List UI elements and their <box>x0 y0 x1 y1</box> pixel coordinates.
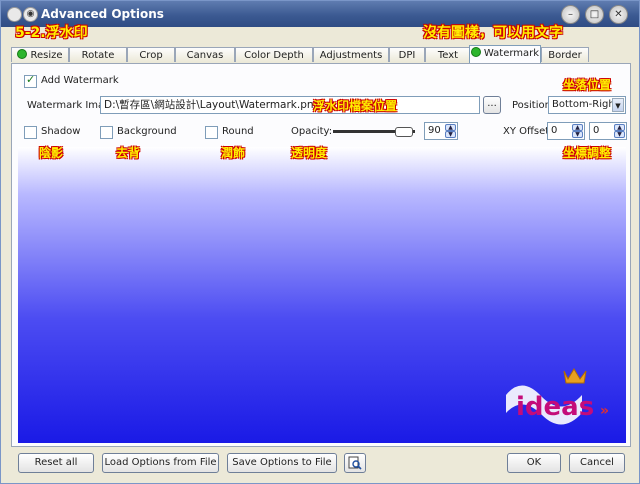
add-watermark-label: Add Watermark <box>41 75 119 86</box>
tab-border[interactable]: Border <box>541 47 589 62</box>
spin-down-icon[interactable]: ▼ <box>445 131 456 138</box>
window-title: Advanced Options <box>41 7 164 21</box>
spin-up-icon[interactable]: ▲ <box>614 124 625 131</box>
cancel-button[interactable]: Cancel <box>569 453 625 473</box>
load-options-button[interactable]: Load Options from File <box>102 453 219 473</box>
opacity-label: Opacity: <box>291 126 333 137</box>
background-label: Background <box>117 126 177 137</box>
document-search-icon <box>348 456 362 470</box>
opacity-slider-thumb[interactable] <box>395 127 413 137</box>
opacity-stepper[interactable]: 90 ▲ ▼ <box>424 122 458 140</box>
watermark-preview: ideas » <box>18 147 626 443</box>
enabled-dot-icon <box>470 47 481 57</box>
minimize-button[interactable]: – <box>561 5 580 24</box>
reset-all-button[interactable]: Reset all <box>18 453 94 473</box>
spin-up-icon[interactable]: ▲ <box>445 124 456 131</box>
round-annotation: 潤飾 <box>221 146 246 160</box>
tab-color-depth[interactable]: Color Depth <box>235 47 313 62</box>
shadow-annotation: 陰影 <box>39 146 64 160</box>
chevron-down-icon: ▼ <box>612 98 624 112</box>
tab-adjustments[interactable]: Adjustments <box>313 47 389 62</box>
save-options-button[interactable]: Save Options to File <box>227 453 337 473</box>
app-menu-icon[interactable] <box>7 7 22 22</box>
background-annotation: 去背 <box>116 146 141 160</box>
tab-text[interactable]: Text <box>425 47 471 62</box>
opacity-annotation: 透明度 <box>291 146 328 160</box>
section-title-annotation: 5-2.浮水印 <box>15 25 88 41</box>
tab-dpi[interactable]: DPI <box>389 47 425 62</box>
enabled-dot-icon <box>17 49 28 59</box>
svg-text:»: » <box>600 403 609 419</box>
watermark-image-path-input[interactable]: D:\暫存區\網站設計\Layout\Watermark.png <box>100 96 480 114</box>
maximize-button[interactable]: □ <box>585 5 604 24</box>
app-icon: ◉ <box>23 7 38 22</box>
no-image-annotation: 沒有圖樣，可以用文字 <box>423 25 563 41</box>
spin-down-icon[interactable]: ▼ <box>614 131 625 138</box>
position-select[interactable]: Bottom-Right ▼ <box>548 96 626 114</box>
tab-crop[interactable]: Crop <box>127 47 175 62</box>
spin-down-icon[interactable]: ▼ <box>572 131 583 138</box>
xy-offset-annotation: 坐標調整 <box>563 146 612 160</box>
tab-canvas[interactable]: Canvas <box>175 47 235 62</box>
ideas-logo: ideas » <box>506 368 609 425</box>
y-offset-stepper[interactable]: 0 ▲ ▼ <box>589 122 627 140</box>
add-watermark-checkbox[interactable] <box>24 73 37 88</box>
tab-resize[interactable]: Resize <box>11 47 69 62</box>
round-label: Round <box>222 126 254 137</box>
ok-button[interactable]: OK <box>507 453 561 473</box>
tab-watermark[interactable]: Watermark <box>469 45 541 63</box>
browse-button[interactable]: ... <box>483 96 501 114</box>
x-offset-stepper[interactable]: 0 ▲ ▼ <box>547 122 585 140</box>
advanced-options-window: ◉ Advanced Options – □ ✕ 5-2.浮水印 沒有圖樣，可以… <box>0 0 640 484</box>
spin-up-icon[interactable]: ▲ <box>572 124 583 131</box>
position-annotation: 坐落位置 <box>563 78 612 92</box>
round-checkbox[interactable] <box>205 126 218 139</box>
preview-button[interactable] <box>344 453 366 473</box>
shadow-label: Shadow <box>41 126 81 137</box>
file-location-annotation: 浮水印檔案位置 <box>313 99 398 113</box>
logo-text: ideas <box>516 392 594 422</box>
background-checkbox[interactable] <box>100 126 113 139</box>
shadow-checkbox[interactable] <box>24 126 37 139</box>
close-button[interactable]: ✕ <box>609 5 628 24</box>
tab-rotate[interactable]: Rotate <box>69 47 127 62</box>
xy-offset-label: XY Offset: <box>503 126 553 137</box>
